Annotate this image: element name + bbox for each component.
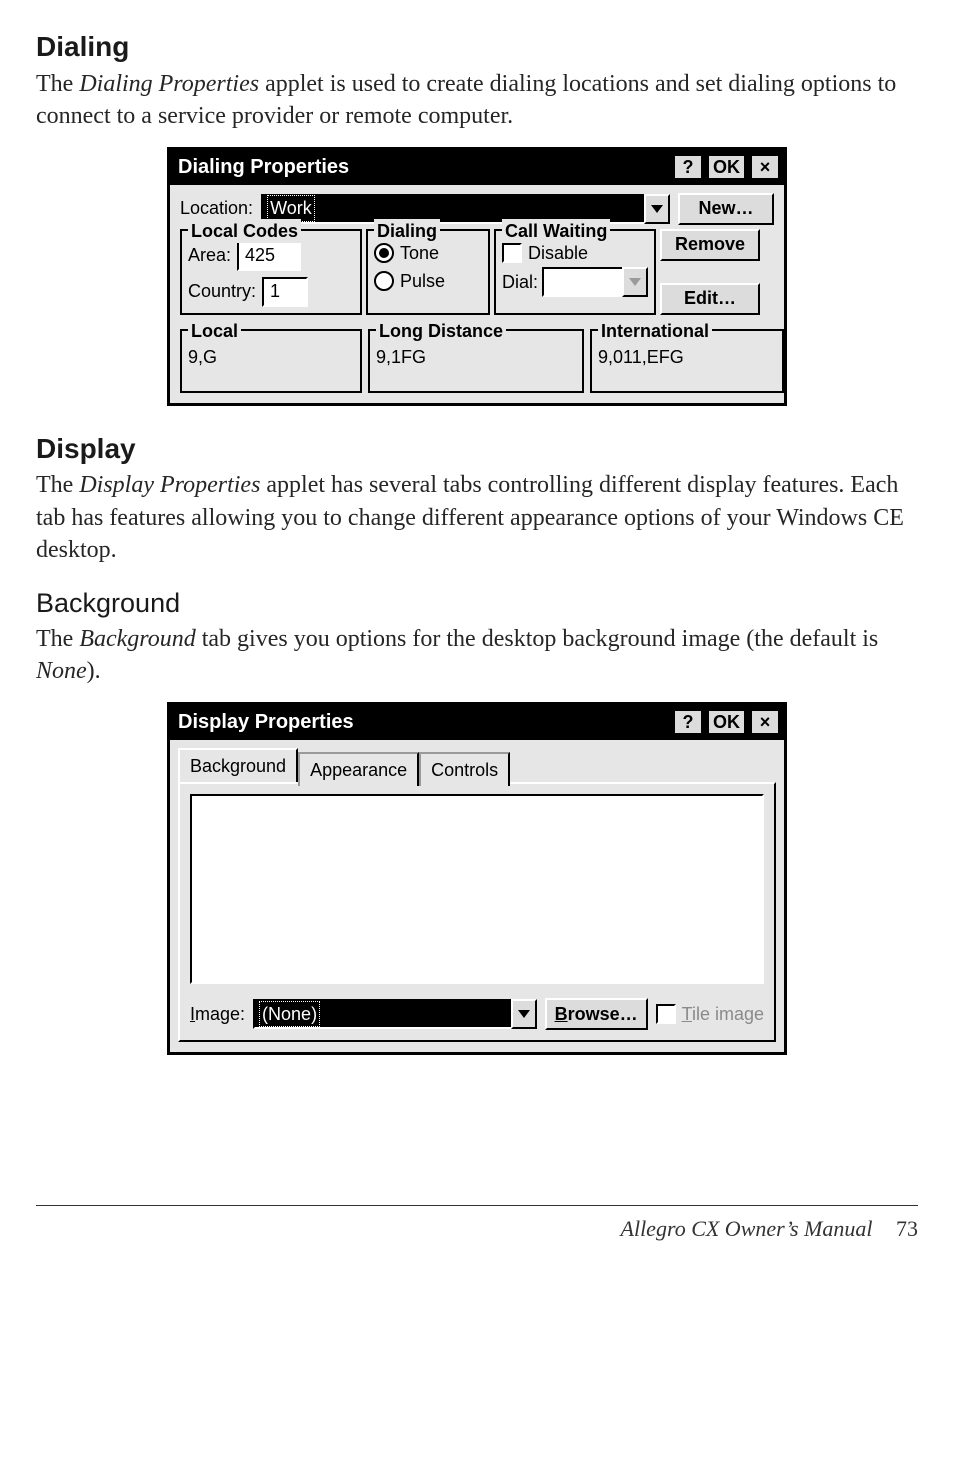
long-distance-legend: Long Distance — [376, 319, 506, 343]
para-dialing: The Dialing Properties applet is used to… — [36, 68, 918, 133]
display-titlebar: Display Properties ? OK × — [170, 705, 784, 740]
disable-checkbox[interactable]: Disable — [502, 241, 588, 265]
image-value: (None) — [259, 1001, 320, 1027]
text-em: Dialing Properties — [79, 71, 259, 97]
footer-text: Allegro CX Owner’s Manual — [621, 1216, 873, 1241]
para-display: The Display Properties applet has severa… — [36, 469, 918, 566]
background-panel: Image: (None) Browse… Tile image — [178, 782, 776, 1042]
image-combo[interactable]: (None) — [253, 999, 537, 1029]
tab-controls[interactable]: Controls — [419, 752, 510, 786]
disable-label: Disable — [528, 241, 588, 265]
chevron-down-icon[interactable] — [511, 999, 537, 1029]
dialing-properties-dialog: Dialing Properties ? OK × Location: Work… — [167, 147, 787, 406]
new-button[interactable]: New… — [678, 193, 774, 225]
pulse-radio[interactable]: Pulse — [374, 269, 445, 293]
dial-label: Dial: — [502, 270, 538, 294]
international-value: 9,011,EFG — [598, 341, 776, 369]
close-button[interactable]: × — [750, 709, 780, 735]
display-tabs: Background Appearance Controls — [170, 740, 784, 782]
edit-button[interactable]: Edit… — [660, 283, 760, 315]
heading-display: Display — [36, 430, 918, 468]
dialing-group: Dialing Tone Pulse — [366, 229, 490, 315]
country-label: Country: — [188, 279, 256, 303]
text: The — [36, 626, 79, 652]
help-button[interactable]: ? — [673, 709, 703, 735]
long-distance-value: 9,1FG — [376, 341, 576, 369]
area-input[interactable]: 425 — [237, 241, 301, 271]
local-codes-group: Local Codes Area: 425 Country: 1 — [180, 229, 362, 315]
text: ). — [87, 658, 101, 684]
text: tab gives you options for the desktop ba… — [196, 626, 879, 652]
heading-dialing: Dialing — [36, 28, 918, 66]
page-number: 73 — [896, 1216, 918, 1241]
international-legend: International — [598, 319, 712, 343]
text: The — [36, 472, 79, 498]
local-group: Local 9,G — [180, 329, 362, 393]
para-background: The Background tab gives you options for… — [36, 623, 918, 688]
tab-appearance[interactable]: Appearance — [298, 752, 419, 786]
display-title: Display Properties — [178, 709, 669, 736]
text-em: None — [36, 658, 87, 684]
ok-button[interactable]: OK — [707, 709, 746, 735]
background-preview — [190, 794, 764, 984]
close-button[interactable]: × — [750, 154, 780, 180]
text-em: Background — [79, 626, 195, 652]
heading-background: Background — [36, 585, 918, 621]
location-label: Location: — [180, 196, 253, 220]
remove-button[interactable]: Remove — [660, 229, 760, 261]
dialing-title: Dialing Properties — [178, 154, 669, 181]
country-input[interactable]: 1 — [262, 277, 308, 307]
tone-label: Tone — [400, 241, 439, 265]
dial-combo[interactable] — [542, 267, 648, 297]
radio-icon — [374, 271, 394, 291]
text-em: Display Properties — [79, 472, 260, 498]
tile-image-label: Tile image — [682, 1002, 764, 1026]
right-buttons: Remove Edit… — [660, 229, 760, 315]
local-value: 9,G — [188, 341, 354, 369]
display-properties-dialog: Display Properties ? OK × Background App… — [167, 702, 787, 1055]
chevron-down-icon[interactable] — [644, 194, 670, 224]
tone-radio[interactable]: Tone — [374, 241, 439, 265]
pulse-label: Pulse — [400, 269, 445, 293]
checkbox-icon — [656, 1004, 676, 1024]
tile-image-checkbox[interactable]: Tile image — [656, 1002, 764, 1026]
dialing-legend: Dialing — [374, 219, 440, 243]
area-label: Area: — [188, 243, 231, 267]
radio-icon — [374, 243, 394, 263]
local-legend: Local — [188, 319, 241, 343]
image-label: Image: — [190, 1002, 245, 1026]
dialing-titlebar: Dialing Properties ? OK × — [170, 150, 784, 185]
call-waiting-legend: Call Waiting — [502, 219, 610, 243]
call-waiting-group: Call Waiting Disable Dial: — [494, 229, 656, 315]
dial-value — [542, 267, 622, 297]
chevron-down-icon — [622, 267, 648, 297]
tab-background[interactable]: Background — [178, 748, 298, 782]
ok-button[interactable]: OK — [707, 154, 746, 180]
long-distance-group: Long Distance 9,1FG — [368, 329, 584, 393]
local-codes-legend: Local Codes — [188, 219, 301, 243]
help-button[interactable]: ? — [673, 154, 703, 180]
page-footer: Allegro CX Owner’s Manual 73 — [36, 1205, 918, 1244]
international-group: International 9,011,EFG — [590, 329, 784, 393]
browse-button[interactable]: Browse… — [545, 998, 648, 1030]
checkbox-icon — [502, 243, 522, 263]
text: The — [36, 71, 79, 97]
